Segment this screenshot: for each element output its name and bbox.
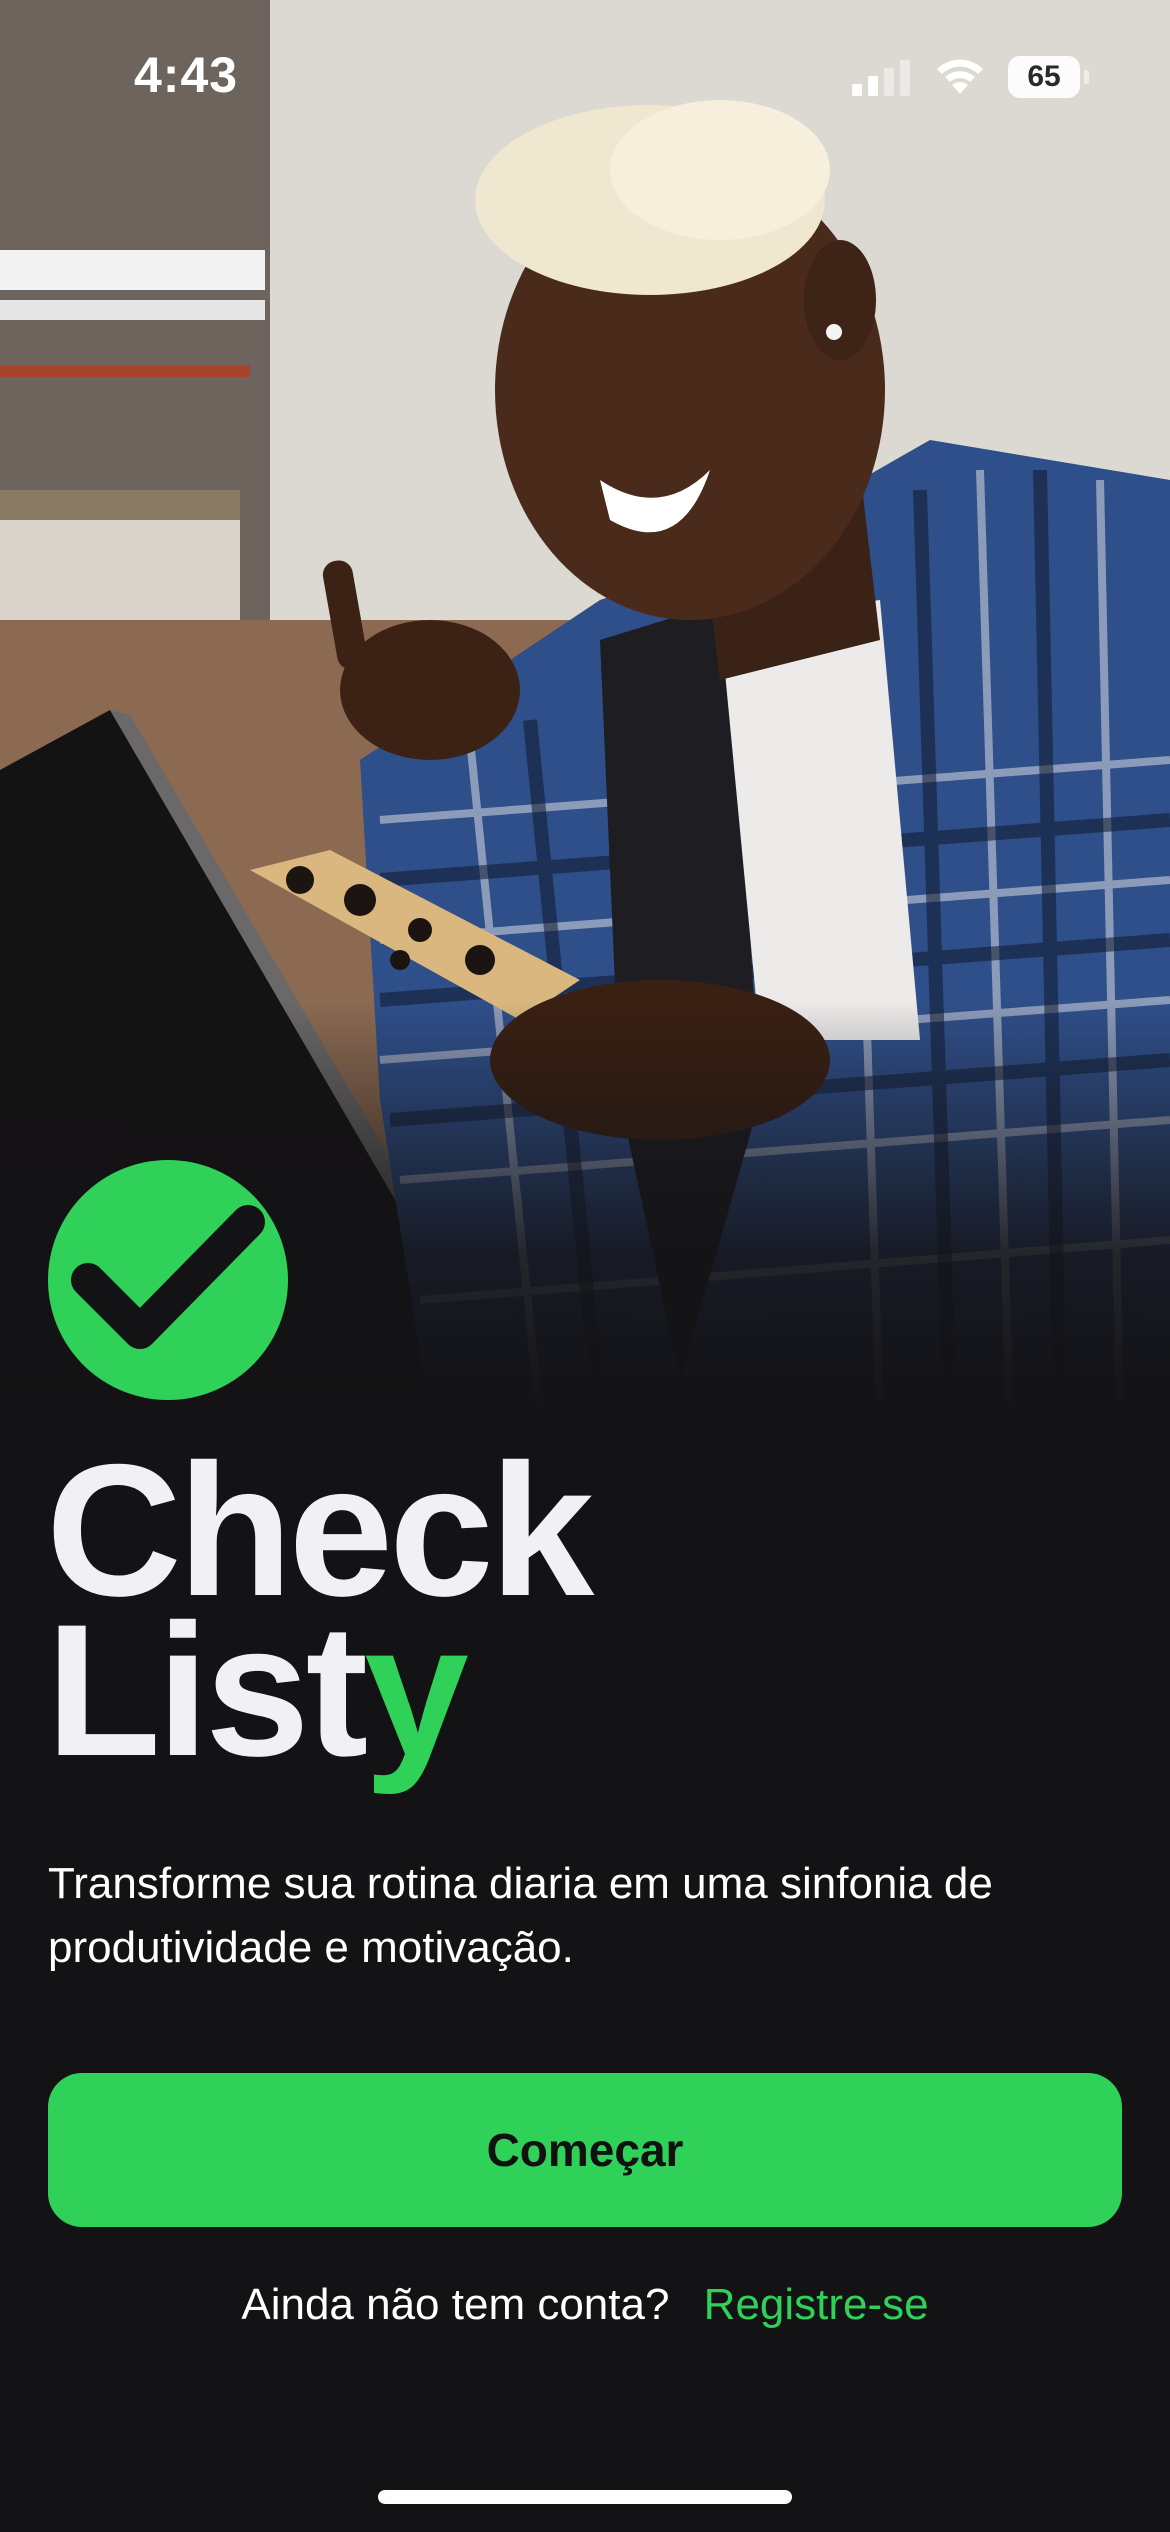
start-button[interactable]: Começar [48,2073,1122,2227]
signup-prompt: Ainda não tem conta? Registre-se [0,2270,1170,2340]
signup-link[interactable]: Registre-se [704,2280,929,2329]
app-title-accent: y [364,1585,469,1795]
app-title: Check Listy [46,1436,594,1784]
wifi-icon [937,59,983,94]
checkmark-circle-icon [48,1160,288,1400]
home-indicator[interactable] [378,2490,792,2504]
battery-icon: 65 [1008,56,1089,98]
status-bar: 4:43 65 [0,0,1170,150]
status-time: 4:43 [134,47,239,103]
tagline: Transforme sua rotina diaria em uma sinf… [48,1859,993,1972]
app-title-main: List [46,1585,368,1795]
battery-level: 65 [1008,56,1080,98]
cellular-signal-icon [852,60,910,96]
signup-question: Ainda não tem conta? [241,2280,670,2329]
battery-tip [1084,70,1089,84]
